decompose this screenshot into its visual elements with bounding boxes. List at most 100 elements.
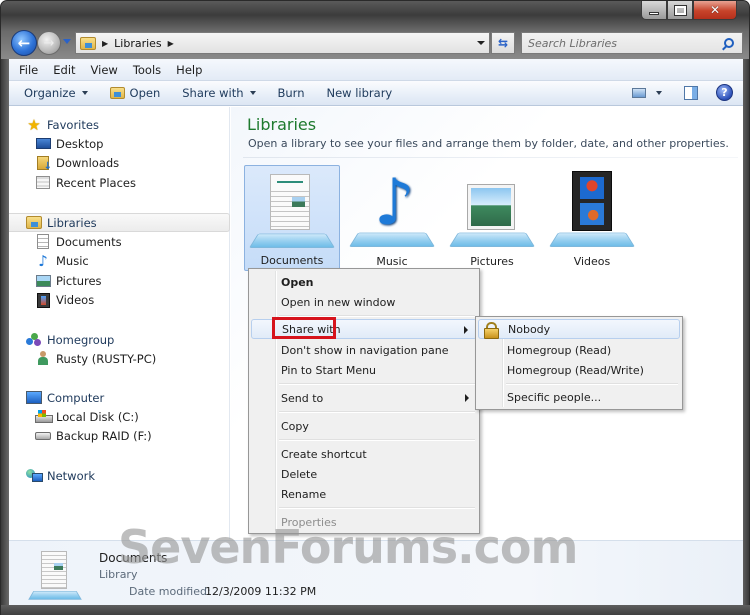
ctx-open-new-window[interactable]: Open in new window — [251, 292, 477, 312]
nav-item-videos[interactable]: Videos — [9, 291, 230, 311]
share-nobody-label: Nobody — [508, 322, 551, 336]
pictures-icon — [35, 274, 51, 287]
nav-item-computer[interactable]: Computer — [9, 388, 230, 407]
ctx-send-to-label: Send to — [281, 391, 324, 405]
breadcrumb-chevron-icon[interactable]: ▶ — [168, 39, 174, 48]
page-subtitle: Open a library to see your files and arr… — [248, 137, 729, 150]
menu-edit[interactable]: Edit — [53, 63, 75, 77]
system-drive-icon — [35, 410, 53, 424]
menu-view[interactable]: View — [91, 63, 118, 77]
forward-button[interactable]: → — [37, 31, 61, 55]
nav-item-downloads[interactable]: Downloads — [9, 154, 230, 174]
preview-pane-icon[interactable] — [684, 85, 698, 100]
ctx-pin-start[interactable]: Pin to Start Menu — [251, 360, 477, 380]
nav-item-music[interactable]: ♪ Music — [9, 252, 230, 272]
maximize-button[interactable] — [667, 1, 693, 20]
close-button[interactable]: ✕ — [693, 1, 737, 20]
ctx-create-shortcut[interactable]: Create shortcut — [251, 444, 477, 464]
refresh-button[interactable]: ⇆ — [491, 32, 515, 54]
nav-item-network[interactable]: Network — [9, 466, 230, 485]
nav-group-homegroup: Homegroup Rusty (RUSTY-PC) — [9, 330, 230, 369]
share-nobody[interactable]: Nobody — [478, 319, 680, 339]
search-box[interactable] — [521, 32, 743, 54]
libraries-folder-icon — [80, 36, 96, 50]
open-button[interactable]: Open — [109, 86, 161, 100]
nav-item-rusty-pc[interactable]: Rusty (RUSTY-PC) — [9, 349, 230, 369]
details-item-name: Documents — [99, 551, 168, 565]
ctx-properties[interactable]: Properties — [251, 512, 477, 532]
nav-item-libraries[interactable]: Libraries — [9, 213, 230, 232]
libraries-icon — [26, 216, 42, 229]
search-input[interactable] — [522, 36, 724, 50]
share-homegroup-readwrite[interactable]: Homegroup (Read/Write) — [478, 360, 680, 380]
network-icon — [26, 468, 43, 483]
open-label: Open — [129, 86, 161, 100]
nav-label: Pictures — [56, 273, 102, 288]
back-arrow-icon: ← — [17, 34, 31, 52]
share-specific-people[interactable]: Specific people... — [478, 387, 680, 407]
ctx-rename[interactable]: Rename — [251, 484, 477, 504]
chevron-down-icon — [249, 91, 256, 95]
details-item-type: Library — [99, 568, 138, 581]
minimize-button[interactable] — [641, 1, 667, 20]
lock-icon — [484, 322, 499, 339]
nav-item-local-disk[interactable]: Local Disk (C:) — [9, 407, 230, 427]
ctx-dont-show[interactable]: Don't show in navigation pane — [251, 340, 477, 360]
hard-drive-icon — [35, 432, 51, 441]
share-with-button[interactable]: Share with — [182, 86, 256, 100]
open-folder-icon — [109, 87, 125, 99]
address-bar[interactable]: ▶ Libraries ▶ — [75, 32, 490, 54]
menu-help[interactable]: Help — [176, 63, 202, 77]
nav-label: Backup RAID (F:) — [56, 429, 152, 444]
breadcrumb-chevron-icon[interactable]: ▶ — [102, 39, 108, 48]
library-tile-pictures[interactable]: Pictures — [444, 165, 540, 271]
videos-library-icon — [548, 171, 636, 249]
menu-tools[interactable]: Tools — [133, 63, 161, 77]
nav-group-favorites: ★ Favorites Desktop Downloads Recent Plac… — [9, 115, 230, 193]
submenu-arrow-icon — [464, 326, 468, 334]
view-options-chevron-icon[interactable] — [656, 90, 662, 95]
breadcrumb-libraries[interactable]: Libraries — [114, 37, 162, 50]
nav-item-desktop[interactable]: Desktop — [9, 134, 230, 154]
desktop-icon — [35, 138, 51, 150]
share-homegroup-read[interactable]: Homegroup (Read) — [478, 340, 680, 360]
nav-item-favorites[interactable]: ★ Favorites — [9, 115, 230, 134]
organize-button[interactable]: Organize — [24, 86, 88, 100]
nav-item-recent-places[interactable]: Recent Places — [9, 173, 230, 193]
search-icon[interactable] — [724, 38, 734, 48]
help-icon[interactable]: ? — [716, 84, 733, 101]
nav-label: Favorites — [47, 117, 99, 132]
divider — [243, 157, 738, 158]
nav-group-libraries: Libraries Documents ♪ Music Pictures Vide… — [9, 213, 230, 310]
nav-item-documents[interactable]: Documents — [9, 232, 230, 252]
menu-file[interactable]: File — [19, 63, 38, 77]
ctx-send-to[interactable]: Send to — [251, 388, 477, 408]
nav-label: Music — [56, 254, 89, 269]
chevron-down-icon — [81, 91, 88, 95]
music-note-icon: ♪ — [38, 252, 48, 271]
computer-icon — [26, 391, 42, 404]
nav-item-backup-raid[interactable]: Backup RAID (F:) — [9, 427, 230, 447]
library-tile-music[interactable]: ♪ Music — [344, 165, 440, 271]
back-button[interactable]: ← — [11, 30, 37, 56]
organize-label: Organize — [24, 86, 76, 100]
ctx-delete[interactable]: Delete — [251, 464, 477, 484]
forward-arrow-icon: → — [43, 35, 55, 51]
library-tile-videos[interactable]: Videos — [544, 165, 640, 271]
library-label: Videos — [573, 255, 611, 268]
burn-button[interactable]: Burn — [278, 86, 305, 100]
nav-item-pictures[interactable]: Pictures — [9, 271, 230, 291]
menu-separator — [506, 383, 678, 385]
music-library-icon: ♪ — [348, 171, 436, 249]
pictures-library-icon — [448, 171, 536, 249]
library-tile-documents[interactable]: Documents — [244, 165, 340, 271]
nav-item-homegroup[interactable]: Homegroup — [9, 330, 230, 349]
ctx-open[interactable]: Open — [251, 272, 477, 292]
address-dropdown-icon[interactable] — [477, 41, 485, 45]
ctx-copy[interactable]: Copy — [251, 416, 477, 436]
new-library-button[interactable]: New library — [327, 86, 393, 100]
navigation-pane: ★ Favorites Desktop Downloads Recent Plac… — [9, 107, 230, 539]
new-library-label: New library — [326, 86, 393, 100]
change-view-icon[interactable] — [632, 87, 646, 98]
recent-pages-dropdown[interactable] — [63, 39, 71, 44]
